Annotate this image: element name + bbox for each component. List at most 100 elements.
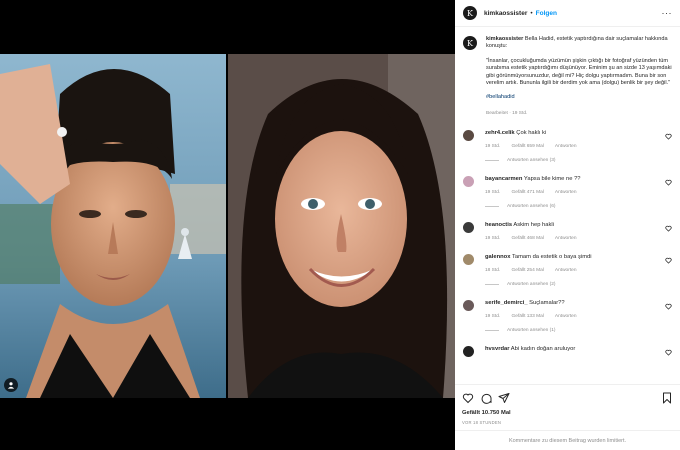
- comment-reply-button[interactable]: Antworten: [555, 314, 577, 319]
- comment-avatar[interactable]: [463, 346, 474, 358]
- action-buttons: [462, 391, 673, 405]
- comment-text: hvsvrdar Abi kadın doğan aruluyor: [485, 346, 665, 353]
- comment-like-icon[interactable]: [665, 179, 672, 186]
- comment-reply-button[interactable]: Antworten: [555, 268, 577, 273]
- comment-like-icon[interactable]: [665, 225, 672, 232]
- follow-button[interactable]: Folgen: [536, 10, 557, 17]
- comment-time[interactable]: 19 Std.: [485, 236, 500, 241]
- comment-avatar[interactable]: [463, 176, 474, 188]
- comment-username[interactable]: zehr4.celik: [485, 130, 515, 136]
- view-replies-label[interactable]: Antworten ansehen (1): [507, 328, 556, 333]
- like-icon[interactable]: [462, 392, 474, 404]
- comment-message: Yapsa bile kime ne ??: [523, 176, 581, 183]
- comment-item: serife_demirci_ Suçlamalar?? 19 Std. Gef…: [463, 300, 672, 333]
- comment-text: zehr4.celik Çok haklı ki: [485, 130, 665, 137]
- comment-text: heanoctis Askim hep hakli: [485, 222, 665, 229]
- comment-meta: 18 Std. Gefällt 254 Mal Antworten: [485, 268, 665, 273]
- caption: K kimkaossister Bella Hadid, estetik yap…: [463, 36, 672, 117]
- view-replies-button[interactable]: Antworten ansehen (6): [485, 204, 665, 209]
- author-avatar[interactable]: K: [463, 6, 477, 20]
- comment-reply-button[interactable]: Antworten: [555, 144, 577, 149]
- view-replies-button[interactable]: Antworten ansehen (3): [485, 158, 665, 163]
- comment-message: Askim hep hakli: [513, 222, 554, 229]
- comment-body: hvsvrdar Abi kadın doğan aruluyor: [485, 346, 665, 353]
- caption-edited: Bearbeitet · 19 Std.: [486, 110, 528, 116]
- comment-reply-button[interactable]: Antworten: [555, 236, 577, 241]
- comment-avatar[interactable]: [463, 222, 474, 234]
- comment-item: bayancarmen Yapsa bile kime ne ?? 19 Std…: [463, 176, 672, 209]
- comment-username[interactable]: heanoctis: [485, 222, 512, 228]
- comment-meta: 19 Std. Gefällt 471 Mal Antworten: [485, 190, 665, 195]
- comments-limited-notice: Kommentare zu diesem Beitrag wurden limi…: [455, 430, 680, 450]
- view-replies-label[interactable]: Antworten ansehen (3): [507, 158, 556, 163]
- comment-text: bayancarmen Yapsa bile kime ne ??: [485, 176, 665, 183]
- caption-username[interactable]: kimkaossister: [486, 36, 523, 42]
- comment-reply-button[interactable]: Antworten: [555, 190, 577, 195]
- comment-avatar[interactable]: [463, 130, 474, 142]
- comment-body: heanoctis Askim hep hakli 19 Std. Gefäll…: [485, 222, 665, 241]
- replies-divider: [485, 330, 499, 332]
- like-count[interactable]: Gefällt 10.750 Mal: [462, 410, 673, 416]
- comment-username[interactable]: galennox: [485, 254, 510, 260]
- view-replies-label[interactable]: Antworten ansehen (6): [507, 204, 556, 209]
- comment-time[interactable]: 19 Std.: [485, 190, 500, 195]
- comment-text: galennox Tamam da estetik o baya şimdi: [485, 254, 665, 261]
- comment-like-icon[interactable]: [665, 303, 672, 310]
- comment-time[interactable]: 19 Std.: [485, 314, 500, 319]
- user-tag-icon[interactable]: [4, 378, 18, 392]
- comment-username[interactable]: bayancarmen: [485, 176, 522, 182]
- replies-divider: [485, 160, 499, 162]
- comment-likes[interactable]: Gefällt 133 Mal: [512, 314, 544, 319]
- comment-message: Abi kadın doğan aruluyor: [510, 346, 576, 353]
- comment-message: Tamam da estetik o baya şimdi: [511, 254, 592, 261]
- caption-avatar[interactable]: K: [463, 36, 477, 50]
- more-options-icon[interactable]: ···: [662, 8, 673, 18]
- post-media: [0, 0, 455, 450]
- comment-likes[interactable]: Gefällt 254 Mal: [512, 268, 544, 273]
- view-replies-button[interactable]: Antworten ansehen (1): [485, 328, 665, 333]
- comment-icon[interactable]: [480, 392, 492, 404]
- share-icon[interactable]: [498, 392, 510, 404]
- comment-body: zehr4.celik Çok haklı ki 19 Std. Gefällt…: [485, 130, 665, 163]
- comment-items: zehr4.celik Çok haklı ki 19 Std. Gefällt…: [463, 130, 672, 358]
- comment-body: galennox Tamam da estetik o baya şimdi 1…: [485, 254, 665, 287]
- comment-username[interactable]: serife_demirci_: [485, 300, 528, 306]
- view-replies-button[interactable]: Antworten ansehen (2): [485, 282, 665, 287]
- comment-like-icon[interactable]: [665, 133, 672, 140]
- author-username[interactable]: kimkaossister: [484, 10, 527, 17]
- view-replies-label[interactable]: Antworten ansehen (2): [507, 282, 556, 287]
- photo-right: [228, 54, 455, 398]
- replies-divider: [485, 206, 499, 208]
- caption-quote: "İnsanlar, çocukluğumda yüzümün şişkin ç…: [486, 57, 672, 87]
- comment-meta: 19 Std. Gefällt 468 Mal Antworten: [485, 236, 665, 241]
- comment-message: Suçlamalar??: [529, 300, 565, 307]
- comment-likes[interactable]: Gefällt 659 Mal: [512, 144, 544, 149]
- comment-meta: 19 Std. Gefällt 133 Mal Antworten: [485, 314, 665, 319]
- comment-like-icon[interactable]: [665, 257, 672, 264]
- comment-like-icon[interactable]: [665, 349, 672, 356]
- comments-list[interactable]: K kimkaossister Bella Hadid, estetik yap…: [455, 28, 680, 383]
- comment-avatar[interactable]: [463, 300, 474, 312]
- save-icon[interactable]: [661, 392, 673, 404]
- comment-text: serife_demirci_ Suçlamalar??: [485, 300, 665, 307]
- photo-right-image: [228, 54, 455, 398]
- comment-username[interactable]: hvsvrdar: [485, 346, 510, 352]
- comment-likes[interactable]: Gefällt 468 Mal: [512, 236, 544, 241]
- comment-avatar[interactable]: [463, 254, 474, 266]
- caption-hashtag[interactable]: #bellahadid: [486, 94, 672, 101]
- comment-time[interactable]: 18 Std.: [485, 268, 500, 273]
- comment-time[interactable]: 19 Std.: [485, 144, 500, 149]
- comment-body: bayancarmen Yapsa bile kime ne ?? 19 Std…: [485, 176, 665, 209]
- post-actions: Gefällt 10.750 Mal VOR 18 STUNDEN: [455, 384, 680, 425]
- post-timestamp[interactable]: VOR 18 STUNDEN: [462, 420, 673, 425]
- caption-text: kimkaossister Bella Hadid, estetik yaptı…: [486, 36, 672, 117]
- comment-item: zehr4.celik Çok haklı ki 19 Std. Gefällt…: [463, 130, 672, 163]
- comment-likes[interactable]: Gefällt 471 Mal: [512, 190, 544, 195]
- replies-divider: [485, 284, 499, 286]
- comment-item: heanoctis Askim hep hakli 19 Std. Gefäll…: [463, 222, 672, 241]
- photo-left: [0, 54, 226, 398]
- comment-item: galennox Tamam da estetik o baya şimdi 1…: [463, 254, 672, 287]
- separator-dot: •: [530, 9, 533, 17]
- comment-message: Çok haklı ki: [516, 130, 547, 137]
- photo-left-image: [0, 54, 226, 398]
